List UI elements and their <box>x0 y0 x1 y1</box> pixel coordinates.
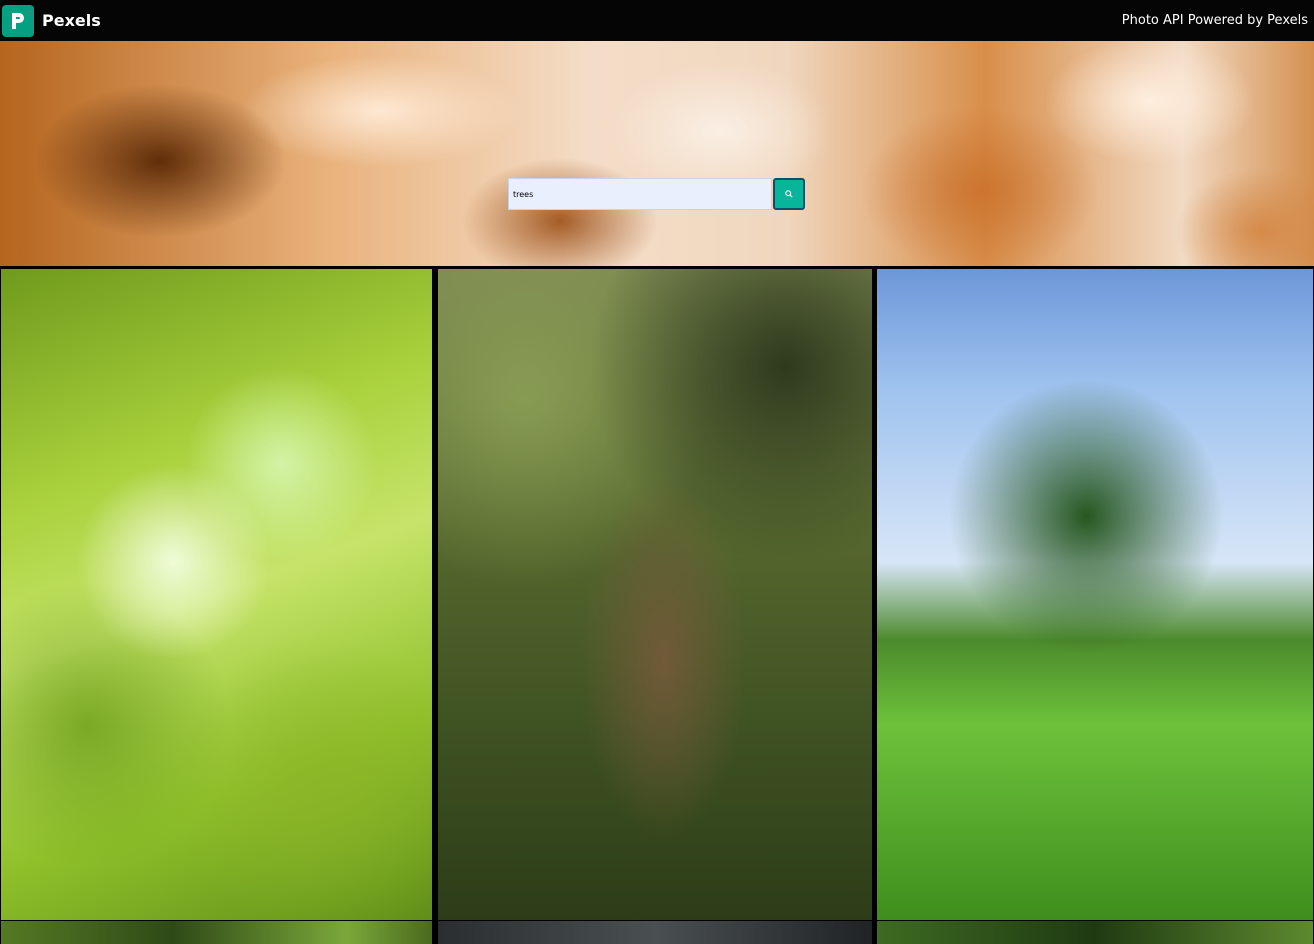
brand-link[interactable]: Pexels <box>2 4 101 37</box>
search-input[interactable] <box>508 178 772 210</box>
photo-card[interactable] <box>1 269 432 920</box>
photo-card[interactable] <box>877 921 1313 944</box>
photo-card[interactable] <box>438 269 872 920</box>
search-bar <box>508 178 805 210</box>
top-navbar: Pexels Photo API Powered by Pexels <box>0 0 1314 41</box>
photo-api-link[interactable]: Photo API Powered by Pexels <box>1122 13 1308 28</box>
brand-name: Pexels <box>42 11 101 30</box>
photo-card[interactable] <box>877 269 1313 920</box>
hero-banner <box>0 41 1314 266</box>
pexels-logo-icon <box>2 4 34 37</box>
photo-gallery <box>0 266 1314 944</box>
search-button[interactable] <box>773 178 805 210</box>
search-icon <box>785 190 793 198</box>
photo-card[interactable] <box>438 921 872 944</box>
photo-card[interactable] <box>1 921 432 944</box>
